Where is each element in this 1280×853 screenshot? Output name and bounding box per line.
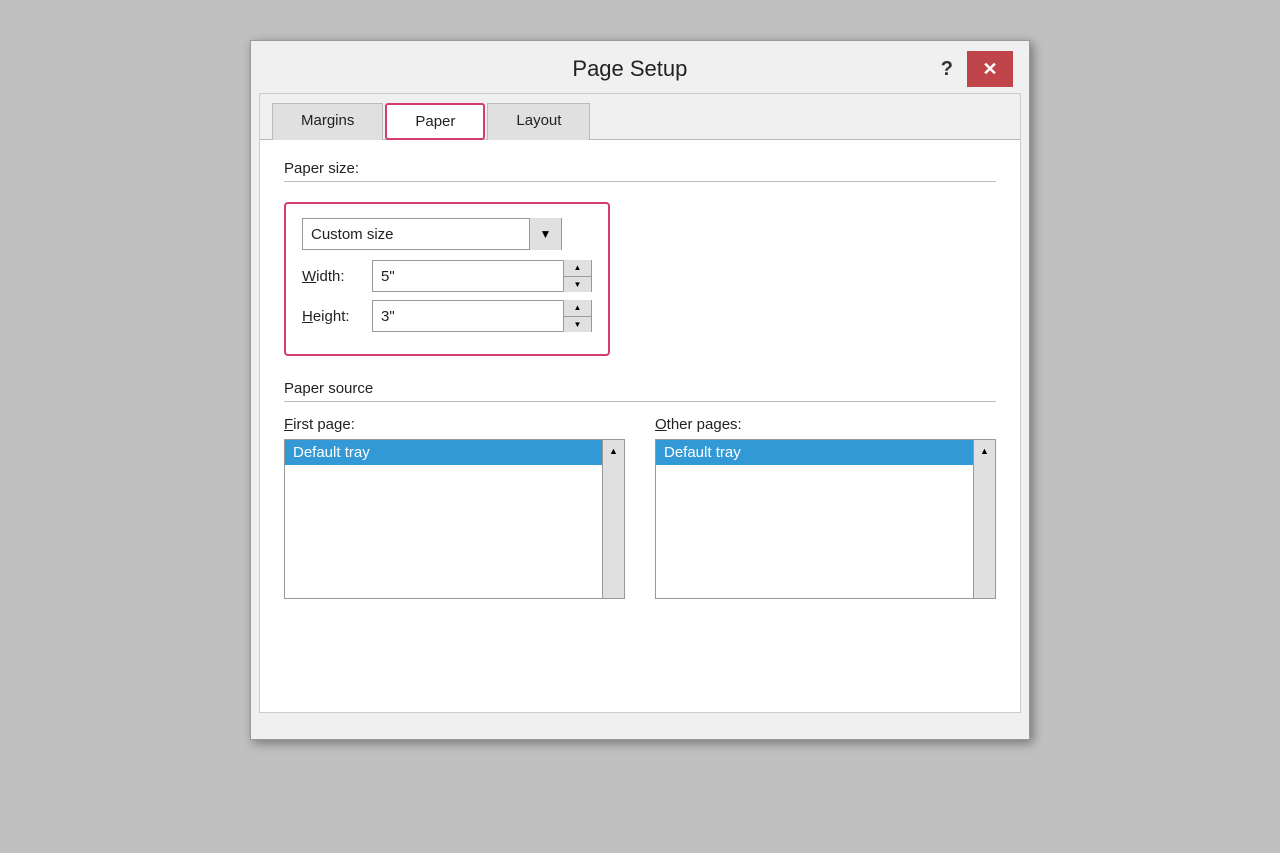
paper-size-label: Paper size: (284, 160, 359, 177)
width-spinner-arrows: ▲ ▼ (563, 260, 591, 292)
paper-source-label: Paper source (284, 380, 373, 397)
spin-up-icon: ▲ (574, 263, 582, 272)
paper-source-section: Paper source First page: Default tray ▲ (284, 380, 996, 599)
first-page-scrollbar: ▲ (602, 440, 624, 598)
spin-up-icon-h: ▲ (574, 303, 582, 312)
height-spinner-arrows: ▲ ▼ (563, 300, 591, 332)
scroll-up-icon-other: ▲ (980, 446, 989, 456)
dialog-title: Page Setup (327, 56, 933, 82)
height-row: Height: 3" ▲ ▼ (302, 300, 592, 332)
width-spin-down[interactable]: ▼ (564, 277, 591, 293)
tab-bar: Margins Paper Layout (260, 94, 1020, 140)
width-label: Width: (302, 268, 372, 285)
tab-layout-label: Layout (516, 112, 561, 129)
height-label-text: Height: (302, 308, 350, 325)
other-pages-scroll-up[interactable]: ▲ (974, 440, 995, 462)
paper-size-header: Paper size: (284, 160, 996, 182)
height-spin-down[interactable]: ▼ (564, 317, 591, 333)
help-button[interactable]: ? (933, 56, 961, 83)
tab-layout[interactable]: Layout (487, 103, 590, 140)
height-spin-up[interactable]: ▲ (564, 300, 591, 317)
tab-paper-label: Paper (415, 113, 455, 130)
paper-size-select-row: Custom size ▼ (302, 218, 592, 250)
width-spin-up[interactable]: ▲ (564, 260, 591, 277)
paper-source-header: Paper source (284, 380, 996, 402)
height-value: 3" (373, 308, 563, 325)
other-pages-default-tray[interactable]: Default tray (656, 440, 995, 465)
width-spinner[interactable]: 5" ▲ ▼ (372, 260, 592, 292)
other-pages-scrollbar: ▲ (973, 440, 995, 598)
titlebar: Page Setup ? ✕ (251, 41, 1029, 93)
chevron-down-icon: ▼ (540, 227, 552, 241)
paper-size-select[interactable]: Custom size ▼ (302, 218, 562, 250)
title-controls: ? ✕ (933, 51, 1013, 87)
content-area: Paper size: Custom size ▼ (260, 140, 1020, 619)
other-pages-label-text: Other pages: (655, 416, 742, 433)
height-spinner[interactable]: 3" ▲ ▼ (372, 300, 592, 332)
dialog-body: Margins Paper Layout Paper size: (259, 93, 1021, 713)
first-page-listbox[interactable]: Default tray ▲ (284, 439, 625, 599)
tab-margins[interactable]: Margins (272, 103, 383, 140)
width-value: 5" (373, 268, 563, 285)
tab-margins-label: Margins (301, 112, 354, 129)
height-label: Height: (302, 308, 372, 325)
paper-size-dropdown-arrow[interactable]: ▼ (529, 218, 561, 250)
tab-paper[interactable]: Paper (385, 103, 485, 140)
close-button[interactable]: ✕ (967, 51, 1013, 87)
scroll-up-icon: ▲ (609, 446, 618, 456)
width-row: Width: 5" ▲ ▼ (302, 260, 592, 292)
paper-size-section: Paper size: Custom size ▼ (284, 160, 996, 356)
close-icon: ✕ (982, 59, 997, 80)
spin-down-icon: ▼ (574, 280, 582, 289)
first-page-label-text: First page: (284, 416, 355, 433)
other-pages-listbox[interactable]: Default tray ▲ (655, 439, 996, 599)
width-label-text: Width: (302, 268, 345, 285)
other-pages-col: Other pages: Default tray ▲ (655, 416, 996, 599)
spin-down-icon-h: ▼ (574, 320, 582, 329)
paper-size-controls: Custom size ▼ Width: 5" (284, 202, 610, 356)
first-page-default-tray[interactable]: Default tray (285, 440, 624, 465)
page-setup-dialog: Page Setup ? ✕ Margins Paper Layout (250, 40, 1030, 740)
first-page-col: First page: Default tray ▲ (284, 416, 625, 599)
first-page-scroll-up[interactable]: ▲ (603, 440, 624, 462)
paper-size-value: Custom size (303, 226, 529, 243)
other-pages-label: Other pages: (655, 416, 996, 433)
first-page-label: First page: (284, 416, 625, 433)
source-columns: First page: Default tray ▲ (284, 416, 996, 599)
